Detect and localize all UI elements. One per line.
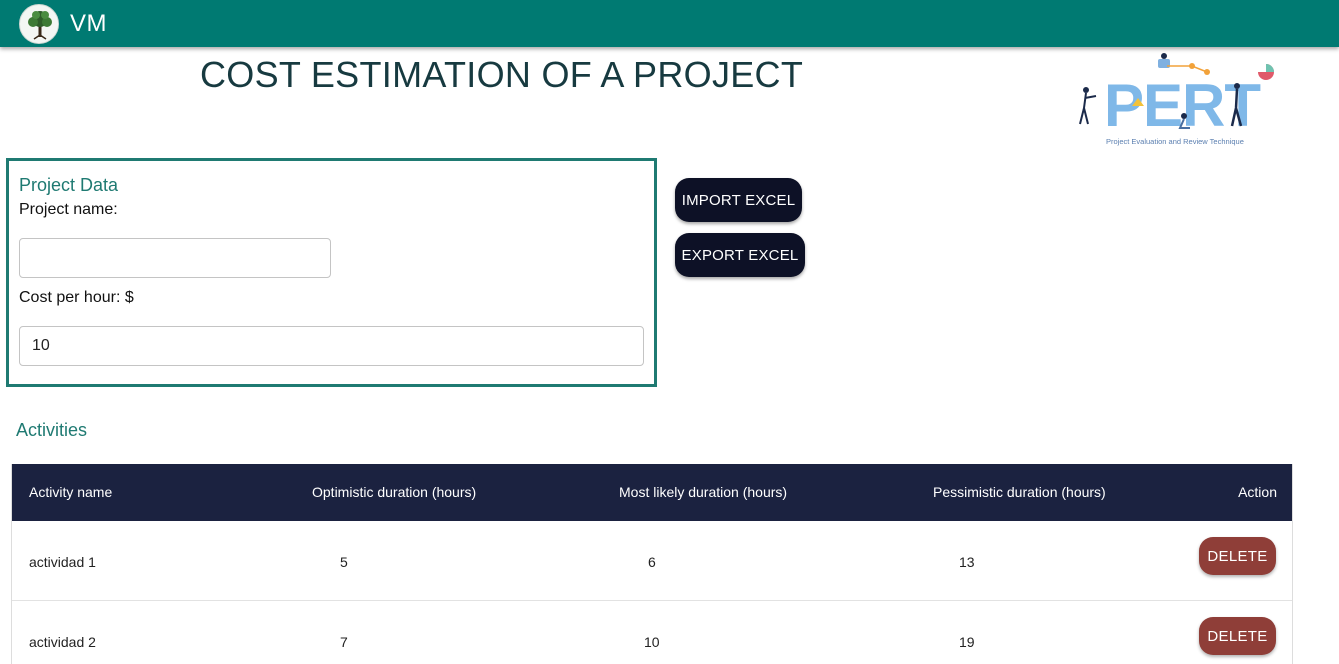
project-name-label: Project name:: [19, 201, 118, 218]
table-header: Activity name Optimistic duration (hours…: [12, 464, 1292, 521]
column-optimistic: Optimistic duration (hours): [312, 484, 477, 500]
column-activity-name: Activity name: [29, 484, 113, 500]
pert-illustration: PERT Project Evaluation and Review Techn…: [1072, 46, 1280, 150]
project-name-input[interactable]: [19, 238, 331, 278]
brand-name[interactable]: VM: [70, 10, 107, 38]
activity-name-cell: actividad 2: [29, 634, 96, 650]
export-excel-button[interactable]: EXPORT EXCEL: [675, 233, 805, 277]
pessimistic-cell: 13: [959, 554, 975, 570]
activities-table: Activity name Optimistic duration (hours…: [11, 464, 1293, 664]
most-likely-cell: 6: [648, 554, 656, 570]
activities-title: Activities: [16, 420, 88, 440]
delete-button[interactable]: DELETE: [1199, 617, 1276, 655]
column-most-likely: Most likely duration (hours): [619, 484, 788, 500]
column-pessimistic: Pessimistic duration (hours): [933, 484, 1106, 500]
delete-button[interactable]: DELETE: [1199, 537, 1276, 575]
pert-caption: Project Evaluation and Review Technique: [1106, 137, 1244, 146]
activity-name-cell: actividad 1: [29, 554, 96, 570]
table-row: actividad 1 5 6 13 DELETE: [12, 521, 1292, 601]
project-data-title: Project Data: [19, 175, 119, 195]
import-excel-button[interactable]: IMPORT EXCEL: [675, 178, 802, 222]
tree-logo-icon[interactable]: [19, 4, 59, 44]
column-action: Action: [1238, 484, 1277, 500]
cost-per-hour-label: Cost per hour: $: [19, 289, 134, 306]
most-likely-cell: 10: [644, 634, 660, 650]
app-bar: VM: [0, 0, 1339, 47]
page-title: COST ESTIMATION OF A PROJECT: [200, 54, 804, 95]
optimistic-cell: 7: [340, 634, 348, 650]
pessimistic-cell: 19: [959, 634, 975, 650]
optimistic-cell: 5: [340, 554, 348, 570]
cost-per-hour-input[interactable]: [19, 326, 644, 366]
table-row: actividad 2 7 10 19 DELETE: [12, 601, 1292, 664]
project-data-card: Project Data Project name: Cost per hour…: [6, 158, 657, 387]
